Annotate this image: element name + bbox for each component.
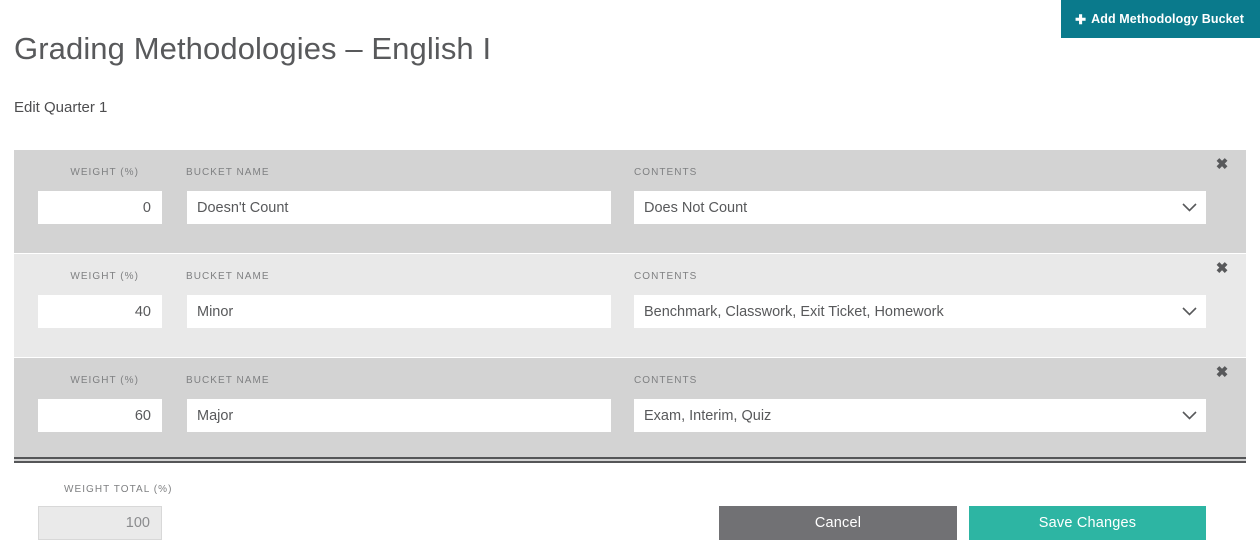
remove-bucket-button[interactable]: ✖ [1211,361,1233,383]
contents-label: CONTENTS [634,375,697,386]
contents-select[interactable]: Benchmark, Classwork, Exit Ticket, Homew… [634,295,1206,328]
weight-label: WEIGHT (%) [70,375,139,386]
bucket-name-label: BUCKET NAME [186,271,270,282]
weight-input[interactable] [38,191,162,224]
bucket-row: WEIGHT (%) BUCKET NAME CONTENTS Benchmar… [14,254,1246,357]
bucket-name-label: BUCKET NAME [186,167,270,178]
add-methodology-bucket-button[interactable]: ✚ Add Methodology Bucket [1061,0,1260,38]
page-title: Grading Methodologies – English I [14,31,491,67]
add-methodology-bucket-label: Add Methodology Bucket [1091,12,1244,26]
grading-methodologies-page: ✚ Add Methodology Bucket Grading Methodo… [0,0,1260,547]
contents-select-value: Benchmark, Classwork, Exit Ticket, Homew… [634,304,1172,320]
methodology-bucket-list: WEIGHT (%) BUCKET NAME CONTENTS Does Not… [14,150,1246,461]
bucket-row: WEIGHT (%) BUCKET NAME CONTENTS Exam, In… [14,358,1246,461]
chevron-down-icon [1172,295,1206,328]
contents-select-value: Does Not Count [634,200,1172,216]
page-subtitle: Edit Quarter 1 [14,99,107,116]
weight-total-input [38,506,162,540]
contents-select-value: Exam, Interim, Quiz [634,408,1172,424]
chevron-down-icon [1172,191,1206,224]
weight-input[interactable] [38,295,162,328]
weight-label: WEIGHT (%) [70,167,139,178]
contents-select[interactable]: Exam, Interim, Quiz [634,399,1206,432]
bucket-row: WEIGHT (%) BUCKET NAME CONTENTS Does Not… [14,150,1246,253]
bucket-name-label: BUCKET NAME [186,375,270,386]
save-changes-button[interactable]: Save Changes [969,506,1206,540]
section-divider [14,457,1246,463]
weight-total-label: WEIGHT TOTAL (%) [64,484,172,495]
bucket-name-input[interactable] [187,191,611,224]
bucket-name-input[interactable] [187,295,611,328]
weight-label: WEIGHT (%) [70,271,139,282]
contents-select[interactable]: Does Not Count [634,191,1206,224]
bucket-name-input[interactable] [187,399,611,432]
contents-label: CONTENTS [634,167,697,178]
plus-icon: ✚ [1075,13,1086,26]
remove-bucket-button[interactable]: ✖ [1211,257,1233,279]
weight-input[interactable] [38,399,162,432]
chevron-down-icon [1172,399,1206,432]
contents-label: CONTENTS [634,271,697,282]
remove-bucket-button[interactable]: ✖ [1211,153,1233,175]
cancel-button[interactable]: Cancel [719,506,957,540]
